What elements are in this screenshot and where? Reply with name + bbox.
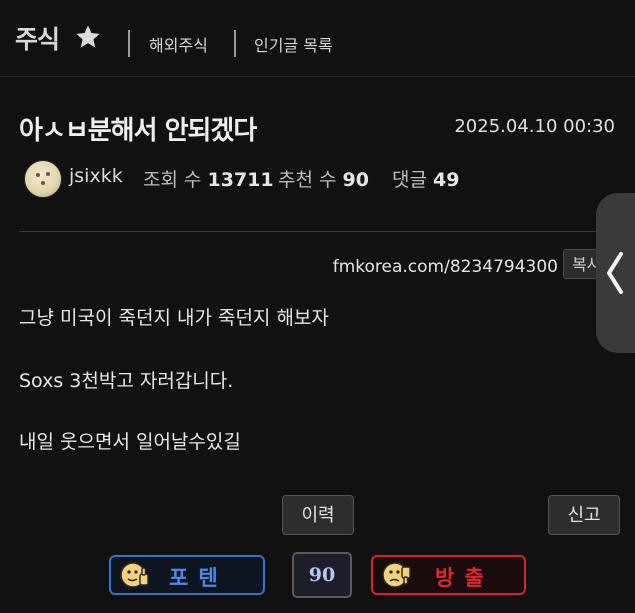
like-count-value: 90: [342, 169, 369, 191]
chevron-left-icon: [607, 252, 623, 294]
thumbs-down-face-icon: [382, 562, 411, 588]
downvote-label: 방출: [435, 566, 494, 590]
top-bar: 주식 해외주식 인기글 목록: [0, 0, 635, 76]
upvote-button[interactable]: 포텐: [109, 555, 265, 595]
comment-count-label: 댓글: [392, 169, 427, 191]
report-button[interactable]: 신고: [548, 495, 620, 535]
nav-separator: [234, 30, 236, 57]
board-title[interactable]: 주식: [15, 20, 60, 56]
nav-popular-list[interactable]: 인기글 목록: [254, 32, 333, 56]
avatar[interactable]: [24, 160, 62, 198]
history-button[interactable]: 이력: [282, 495, 354, 535]
post-body-line: 그냥 미국이 죽던지 내가 죽던지 해보자: [19, 307, 329, 329]
page: 주식 해외주식 인기글 목록 아ㅅㅂ분해서 안되겠다 2025.04.10 00…: [0, 0, 635, 613]
thumbs-up-face-icon: [120, 562, 149, 588]
nav-overseas-stocks[interactable]: 해외주식: [149, 32, 208, 56]
post-title: 아ㅅㅂ분해서 안되겠다: [19, 116, 257, 146]
nav-separator: [128, 30, 130, 57]
view-count: 조회 수 13711: [143, 165, 274, 192]
post-url[interactable]: fmkorea.com/8234794300: [333, 257, 558, 277]
post-header-divider: [19, 231, 615, 232]
side-panel-handle[interactable]: [596, 193, 635, 353]
post-body-line: Soxs 3천박고 자러갑니다.: [19, 370, 234, 392]
view-count-value: 13711: [207, 169, 274, 191]
upvote-label: 포텐: [169, 566, 228, 590]
author-name[interactable]: jsixkk: [69, 165, 123, 187]
star-icon[interactable]: [74, 23, 102, 51]
like-count: 추천 수 90: [278, 165, 369, 192]
post-body-line: 내일 웃으면서 일어날수있길: [19, 431, 241, 453]
view-count-label: 조회 수: [143, 169, 202, 191]
header-divider: [0, 76, 635, 77]
comment-count-value: 49: [433, 169, 460, 191]
comment-count[interactable]: 댓글 49: [392, 165, 459, 192]
post-date: 2025.04.10 00:30: [454, 116, 615, 137]
vote-count: 90: [292, 552, 352, 598]
downvote-button[interactable]: 방출: [371, 555, 526, 595]
like-count-label: 추천 수: [278, 169, 337, 191]
